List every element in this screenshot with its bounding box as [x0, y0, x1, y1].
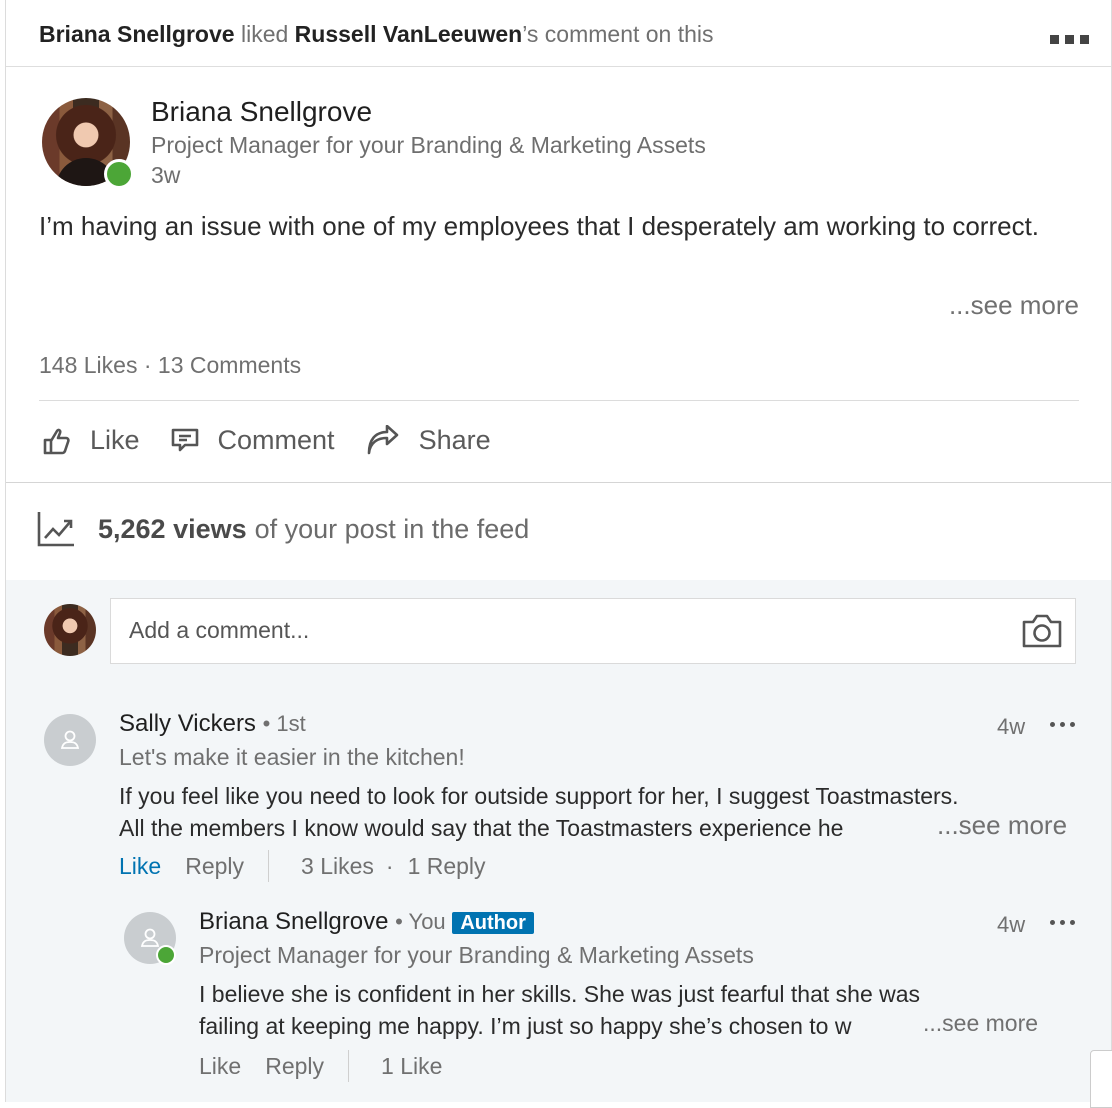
reply-text-line: failing at keeping me happy. I’m just so… [199, 1013, 852, 1039]
person-placeholder-icon [140, 928, 160, 947]
divider [268, 850, 270, 882]
comment-options-button[interactable] [1050, 722, 1075, 727]
reply-likes-count[interactable]: 1 Like [381, 1053, 442, 1080]
replier-name-row: Briana Snellgrove • You Author [199, 908, 534, 936]
dot-icon [1060, 722, 1065, 727]
comment-button[interactable]: Comment [170, 425, 335, 456]
post-text: I’m having an issue with one of my emplo… [39, 211, 1040, 241]
author-name[interactable]: Briana Snellgrove [151, 96, 372, 128]
share-label: Share [418, 424, 491, 455]
author-badge: Author [452, 912, 534, 934]
thumbs-up-icon [43, 428, 70, 455]
divider [348, 1050, 350, 1082]
count-separator: · [143, 352, 152, 378]
count-separator: · [385, 852, 394, 879]
share-button[interactable]: Share [365, 425, 491, 456]
activity-verb: liked [240, 21, 289, 47]
views-count: 5,262 views [98, 513, 247, 544]
current-user-avatar [44, 604, 96, 656]
comment-replies-count[interactable]: 1 Reply [408, 853, 486, 880]
connection-degree: • 1st [262, 711, 306, 736]
like-button[interactable]: Like [42, 424, 140, 456]
post-actions: Like Comment Share [42, 424, 521, 456]
likes-count[interactable]: 148 Likes [39, 352, 137, 378]
comment-label: Comment [217, 424, 335, 455]
messaging-overlay-edge[interactable] [1090, 1050, 1112, 1108]
comment-text-line: All the members I know would say that th… [119, 815, 844, 841]
dot-icon [1070, 920, 1075, 925]
reply-options-button[interactable] [1050, 920, 1075, 925]
post-views-stat[interactable]: 5,262 views of your post in the feed [36, 510, 529, 548]
commenter-avatar[interactable] [44, 714, 96, 766]
activity-target[interactable]: Russell VanLeeuwen [295, 21, 523, 47]
reply-time: 4w [997, 912, 1026, 937]
reply-actions: Like Reply 1 Like [199, 1050, 454, 1082]
person-placeholder-icon [60, 730, 80, 749]
you-label: • You [395, 909, 446, 934]
reply-like-button[interactable]: Like [199, 1053, 241, 1080]
comment-time: 4w [997, 714, 1026, 739]
dot-icon [1050, 920, 1055, 925]
analytics-chart-icon [37, 512, 74, 547]
dot-icon [1065, 35, 1074, 44]
divider [39, 400, 1079, 401]
feed-post-card: Briana Snellgrove liked Russell VanLeeuw… [5, 0, 1112, 1102]
social-counts: 148 Likes · 13 Comments [39, 352, 301, 379]
commenter-name[interactable]: Sally Vickers [119, 710, 256, 737]
views-suffix: of your post in the feed [254, 513, 530, 544]
replier-headline: Project Manager for your Branding & Mark… [199, 942, 754, 968]
reply-see-more-link[interactable]: ...see more [917, 1010, 1039, 1037]
comment-see-more-link[interactable]: ...see more [931, 810, 1068, 841]
dot-icon [1070, 722, 1075, 727]
activity-suffix: ’s comment on this [522, 21, 714, 47]
replier-name[interactable]: Briana Snellgrove [199, 908, 388, 935]
commenter-name-row: Sally Vickers • 1st [119, 710, 306, 738]
post-options-button[interactable] [1050, 35, 1089, 44]
share-arrow-icon [367, 425, 398, 455]
comment-like-button[interactable]: Like [119, 853, 161, 880]
activity-text: Briana Snellgrove liked Russell VanLeeuw… [39, 21, 714, 48]
reply-text-line: I believe she is confident in her skills… [199, 981, 921, 1007]
comments-section: Add a comment... Sally Vickers • 1st Let… [6, 580, 1111, 1102]
reply-reply-button[interactable]: Reply [265, 1053, 324, 1080]
online-status-icon [156, 945, 176, 965]
comment-placeholder: Add a comment... [129, 617, 310, 643]
dot-icon [1050, 722, 1055, 727]
comment-icon [171, 428, 198, 452]
dot-icon [1080, 35, 1089, 44]
online-status-icon [104, 159, 134, 189]
comment-text-line: If you feel like you need to look for ou… [119, 783, 959, 809]
activity-header: Briana Snellgrove liked Russell VanLeeuw… [6, 0, 1111, 67]
comments-count[interactable]: 13 Comments [158, 352, 301, 378]
author-headline: Project Manager for your Branding & Mark… [151, 132, 706, 158]
like-label: Like [90, 424, 140, 455]
comment-likes-count[interactable]: 3 Likes [301, 853, 374, 880]
see-more-link[interactable]: ...see more [949, 290, 1079, 321]
comment-reply-button[interactable]: Reply [185, 853, 244, 880]
commenter-headline: Let's make it easier in the kitchen! [119, 744, 465, 770]
divider [6, 482, 1111, 483]
activity-actor[interactable]: Briana Snellgrove [39, 21, 235, 47]
post-time: 3w [151, 162, 181, 188]
comment-input[interactable]: Add a comment... [110, 598, 1076, 664]
comment-actions: Like Reply 3 Likes · 1 Reply [119, 850, 498, 882]
camera-icon[interactable] [1021, 613, 1063, 649]
dot-icon [1050, 35, 1059, 44]
dot-icon [1060, 920, 1065, 925]
